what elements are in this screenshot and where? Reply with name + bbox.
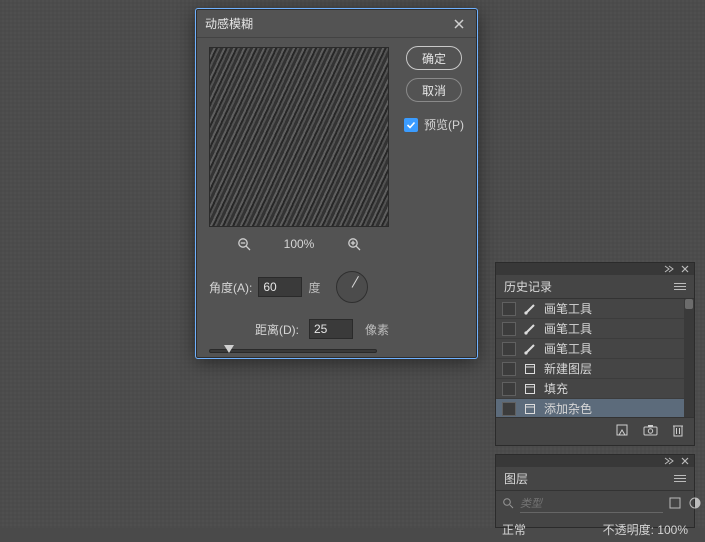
filter-adjust-icon[interactable] (689, 497, 701, 512)
filter-pixel-icon[interactable] (669, 497, 681, 512)
layer-filter-input[interactable] (520, 495, 663, 513)
distance-slider[interactable] (209, 349, 377, 353)
brush-icon (522, 321, 538, 337)
angle-label: 角度(A): (209, 279, 252, 296)
preview-checkbox-row[interactable]: 预览(P) (404, 116, 464, 133)
snapshot-slot[interactable] (502, 382, 516, 396)
history-footer (496, 417, 694, 445)
distance-input[interactable] (309, 319, 353, 339)
motion-blur-dialog: 动感模糊 100% 角度(A): 度 距离(D): 像素 (196, 9, 477, 358)
dialog-titlebar[interactable]: 动感模糊 (197, 10, 476, 38)
history-list[interactable]: 画笔工具 画笔工具 画笔工具 新建图层 填充 添加杂色 (496, 299, 694, 417)
collapse-icon[interactable] (664, 456, 674, 466)
distance-unit: 像素 (365, 321, 389, 338)
panel-close-icon[interactable] (680, 264, 690, 274)
cancel-button[interactable]: 取消 (406, 78, 462, 102)
panel-close-icon[interactable] (680, 456, 690, 466)
snapshot-slot[interactable] (502, 402, 516, 416)
layer-icon (522, 381, 538, 397)
brush-icon (522, 341, 538, 357)
preview-thumbnail[interactable] (209, 47, 389, 227)
slider-thumb-icon[interactable] (224, 345, 234, 353)
panel-tabbar (496, 263, 694, 275)
angle-dial[interactable] (336, 271, 368, 303)
history-label: 画笔工具 (544, 340, 592, 357)
snapshot-slot[interactable] (502, 322, 516, 336)
zoom-percent: 100% (277, 237, 321, 251)
opacity-label[interactable]: 不透明度: 100% (603, 521, 688, 538)
layers-panel: 图层 T 正常 不透明度: 100% (495, 454, 695, 528)
snapshot-slot[interactable] (502, 362, 516, 376)
trash-icon[interactable] (672, 423, 684, 440)
ok-button[interactable]: 确定 (406, 46, 462, 70)
dialog-title: 动感模糊 (205, 15, 450, 32)
history-row[interactable]: 画笔工具 (496, 319, 694, 339)
snapshot-slot[interactable] (502, 302, 516, 316)
panel-menu-icon[interactable] (674, 283, 686, 290)
brush-icon (522, 301, 538, 317)
layers-title[interactable]: 图层 (504, 470, 528, 487)
panel-tabbar (496, 455, 694, 467)
history-label: 画笔工具 (544, 300, 592, 317)
history-row[interactable]: 画笔工具 (496, 339, 694, 359)
distance-label: 距离(D): (255, 321, 299, 338)
snapshot-icon[interactable] (643, 424, 658, 439)
zoom-in-icon[interactable] (345, 235, 363, 253)
preview-label: 预览(P) (424, 116, 464, 133)
history-row[interactable]: 画笔工具 (496, 299, 694, 319)
layer-icon (522, 401, 538, 417)
history-title[interactable]: 历史记录 (504, 278, 552, 295)
angle-unit: 度 (308, 279, 320, 296)
history-row[interactable]: 添加杂色 (496, 399, 694, 417)
collapse-icon[interactable] (664, 264, 674, 274)
angle-input[interactable] (258, 277, 302, 297)
layer-icon (522, 361, 538, 377)
history-row[interactable]: 新建图层 (496, 359, 694, 379)
history-label: 填充 (544, 380, 568, 397)
scrollbar[interactable] (684, 299, 694, 417)
history-label: 画笔工具 (544, 320, 592, 337)
new-document-icon[interactable] (615, 423, 629, 440)
history-label: 新建图层 (544, 360, 592, 377)
history-row[interactable]: 填充 (496, 379, 694, 399)
snapshot-slot[interactable] (502, 342, 516, 356)
history-panel: 历史记录 画笔工具 画笔工具 画笔工具 新建图层 填充 (495, 262, 695, 446)
history-label: 添加杂色 (544, 400, 592, 417)
preview-checkbox[interactable] (404, 118, 418, 132)
search-icon (502, 497, 514, 512)
zoom-out-icon[interactable] (235, 235, 253, 253)
panel-menu-icon[interactable] (674, 475, 686, 482)
close-icon[interactable] (450, 15, 468, 33)
blend-mode[interactable]: 正常 (502, 521, 526, 538)
